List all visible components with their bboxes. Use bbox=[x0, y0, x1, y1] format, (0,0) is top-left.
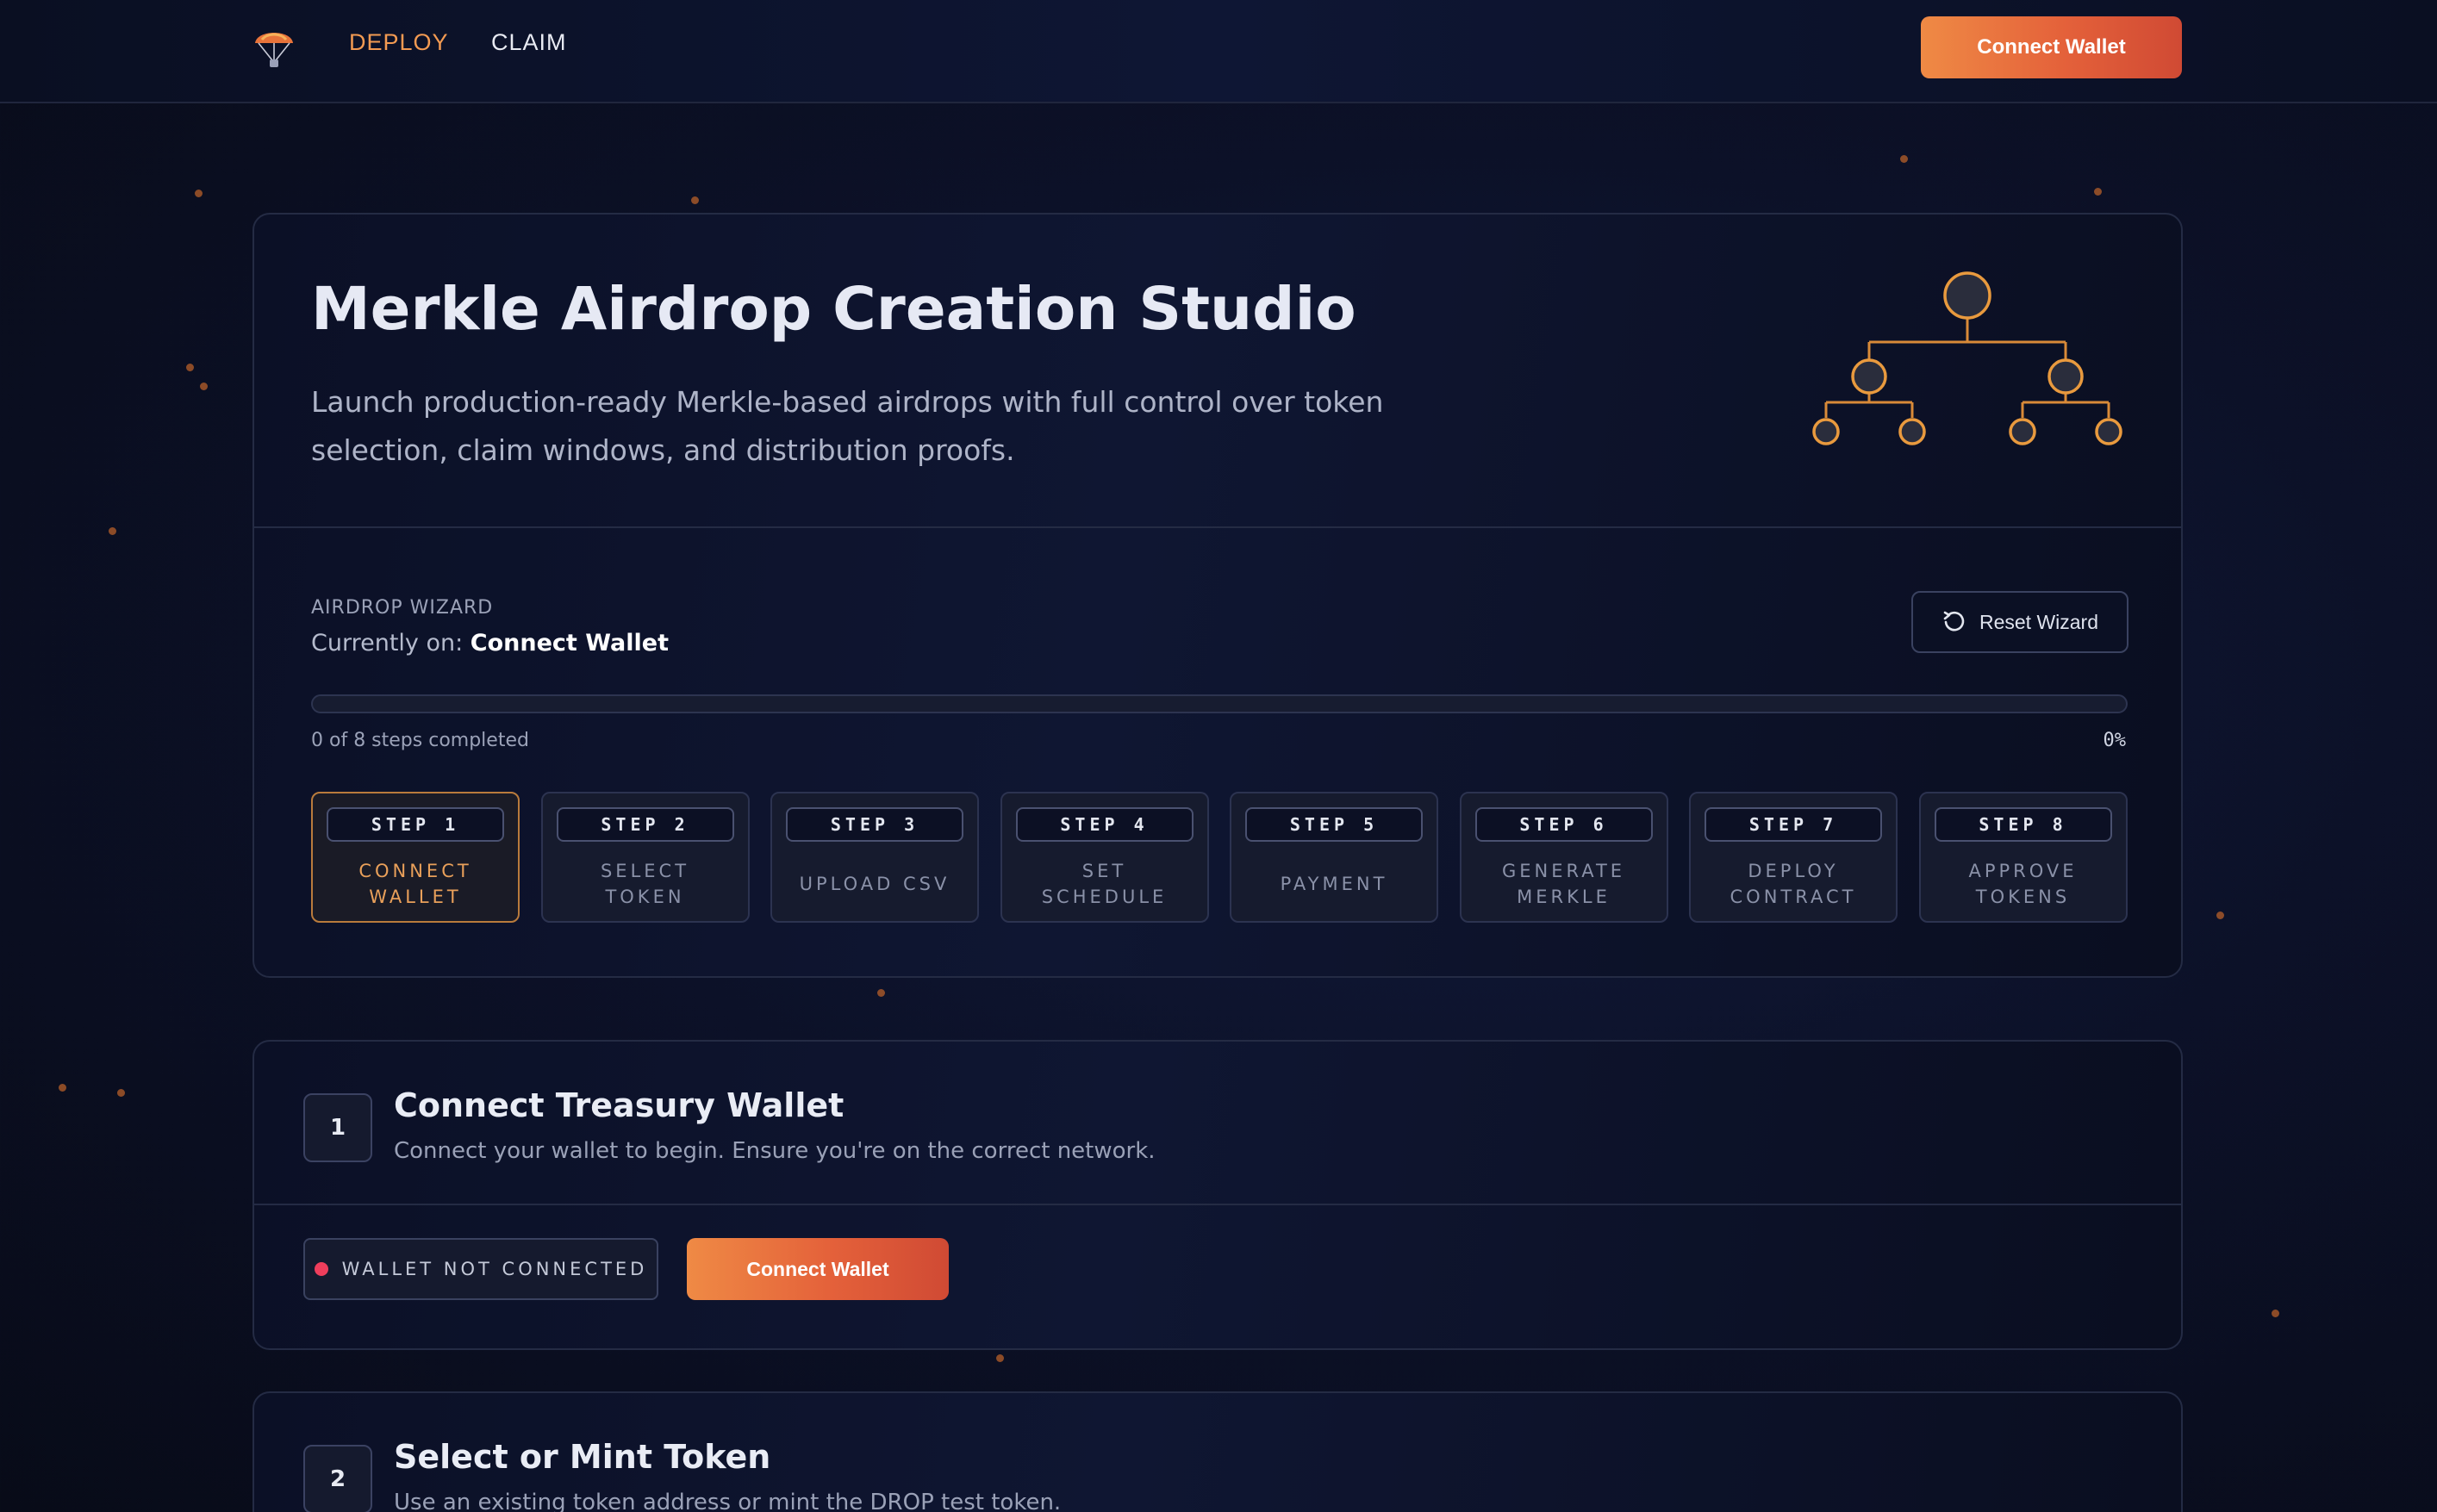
wizard-step-4[interactable]: STEP 4 Set Schedule bbox=[1000, 792, 1209, 923]
section-header: 1 Connect Treasury Wallet Connect your w… bbox=[254, 1042, 2181, 1205]
wizard-step-1[interactable]: STEP 1 Connect Wallet bbox=[311, 792, 520, 923]
wizard-current-step: Currently on: Connect Wallet bbox=[311, 630, 669, 656]
step-name: Approve Tokens bbox=[1968, 861, 2078, 907]
section-number: 1 bbox=[303, 1093, 372, 1162]
section-number: 2 bbox=[303, 1445, 372, 1512]
progress-percent: 0% bbox=[2103, 730, 2127, 751]
wallet-status-badge: WALLET NOT CONNECTED bbox=[303, 1238, 658, 1300]
section-title: Select or Mint Token bbox=[394, 1438, 771, 1476]
step-badge: STEP 6 bbox=[1474, 807, 1653, 842]
refresh-icon bbox=[1943, 611, 1965, 632]
section-subtitle: Use an existing token address or mint th… bbox=[394, 1490, 1062, 1512]
status-dot-icon bbox=[314, 1262, 328, 1276]
step-badge: STEP 1 bbox=[327, 807, 504, 842]
section-subtitle: Connect your wallet to begin. Ensure you… bbox=[394, 1138, 1156, 1164]
merkle-tree-icon bbox=[1812, 271, 2122, 445]
connect-wallet-button[interactable]: Connect Wallet bbox=[687, 1238, 949, 1300]
step-badge: STEP 5 bbox=[1245, 807, 1423, 842]
step-name: Upload CSV bbox=[799, 874, 950, 894]
step-name: Generate Merkle bbox=[1501, 861, 1626, 907]
hero-description: Launch production-ready Merkle-based air… bbox=[311, 385, 1384, 467]
wizard-step-3[interactable]: STEP 3 Upload CSV bbox=[770, 792, 979, 923]
step-name: Select Token bbox=[600, 861, 690, 907]
wizard-step-6[interactable]: STEP 6 Generate Merkle bbox=[1459, 792, 1668, 923]
step-name: Connect Wallet bbox=[358, 861, 472, 907]
section-title: Connect Treasury Wallet bbox=[394, 1086, 845, 1124]
select-token-section: 2 Select or Mint Token Use an existing t… bbox=[252, 1391, 2183, 1512]
page-title: Merkle Airdrop Creation Studio bbox=[311, 275, 1356, 344]
wizard-step-7[interactable]: STEP 7 Deploy Contract bbox=[1689, 792, 1898, 923]
nav-deploy-link[interactable]: DEPLOY bbox=[349, 29, 449, 56]
header-connect-wallet-button[interactable]: Connect Wallet bbox=[1921, 16, 2182, 78]
step-badge: STEP 4 bbox=[1015, 807, 1194, 842]
nav-claim-link[interactable]: CLAIM bbox=[491, 29, 567, 56]
progress-text: 0 of 8 steps completed bbox=[311, 730, 529, 751]
step-badge: STEP 7 bbox=[1705, 807, 1882, 842]
section-header: 2 Select or Mint Token Use an existing t… bbox=[254, 1393, 2181, 1512]
parachute-icon[interactable] bbox=[250, 22, 298, 71]
wallet-status-text: WALLET NOT CONNECTED bbox=[341, 1259, 648, 1279]
wizard-progress-bar bbox=[311, 694, 2128, 713]
wizard-step-5[interactable]: STEP 5 Payment bbox=[1230, 792, 1438, 923]
step-name: Set Schedule bbox=[1041, 861, 1168, 907]
hero-wizard-card: Merkle Airdrop Creation Studio Launch pr… bbox=[252, 213, 2183, 978]
step-badge: STEP 3 bbox=[786, 807, 963, 842]
top-navigation-bar: DEPLOY CLAIM Connect Wallet bbox=[0, 0, 2437, 103]
step-name: Payment bbox=[1280, 874, 1388, 894]
wizard-steps: STEP 1 Connect Wallet STEP 2 Select Token … bbox=[311, 792, 2128, 923]
wizard-step-2[interactable]: STEP 2 Select Token bbox=[540, 792, 750, 923]
step-badge: STEP 2 bbox=[556, 807, 734, 842]
wizard-label: AIRDROP WIZARD bbox=[311, 597, 494, 619]
step-name: Deploy Contract bbox=[1730, 861, 1857, 907]
reset-wizard-button[interactable]: Reset Wizard bbox=[1911, 591, 2128, 653]
step-badge: STEP 8 bbox=[1934, 807, 2112, 842]
current-step-name: Connect Wallet bbox=[470, 630, 669, 656]
hero-section: Merkle Airdrop Creation Studio Launch pr… bbox=[254, 215, 2181, 528]
wizard-step-8[interactable]: STEP 8 Approve Tokens bbox=[1918, 792, 2128, 923]
current-step-prefix: Currently on: bbox=[311, 630, 464, 656]
connect-wallet-section: 1 Connect Treasury Wallet Connect your w… bbox=[252, 1040, 2183, 1350]
reset-wizard-label: Reset Wizard bbox=[1979, 610, 2099, 633]
